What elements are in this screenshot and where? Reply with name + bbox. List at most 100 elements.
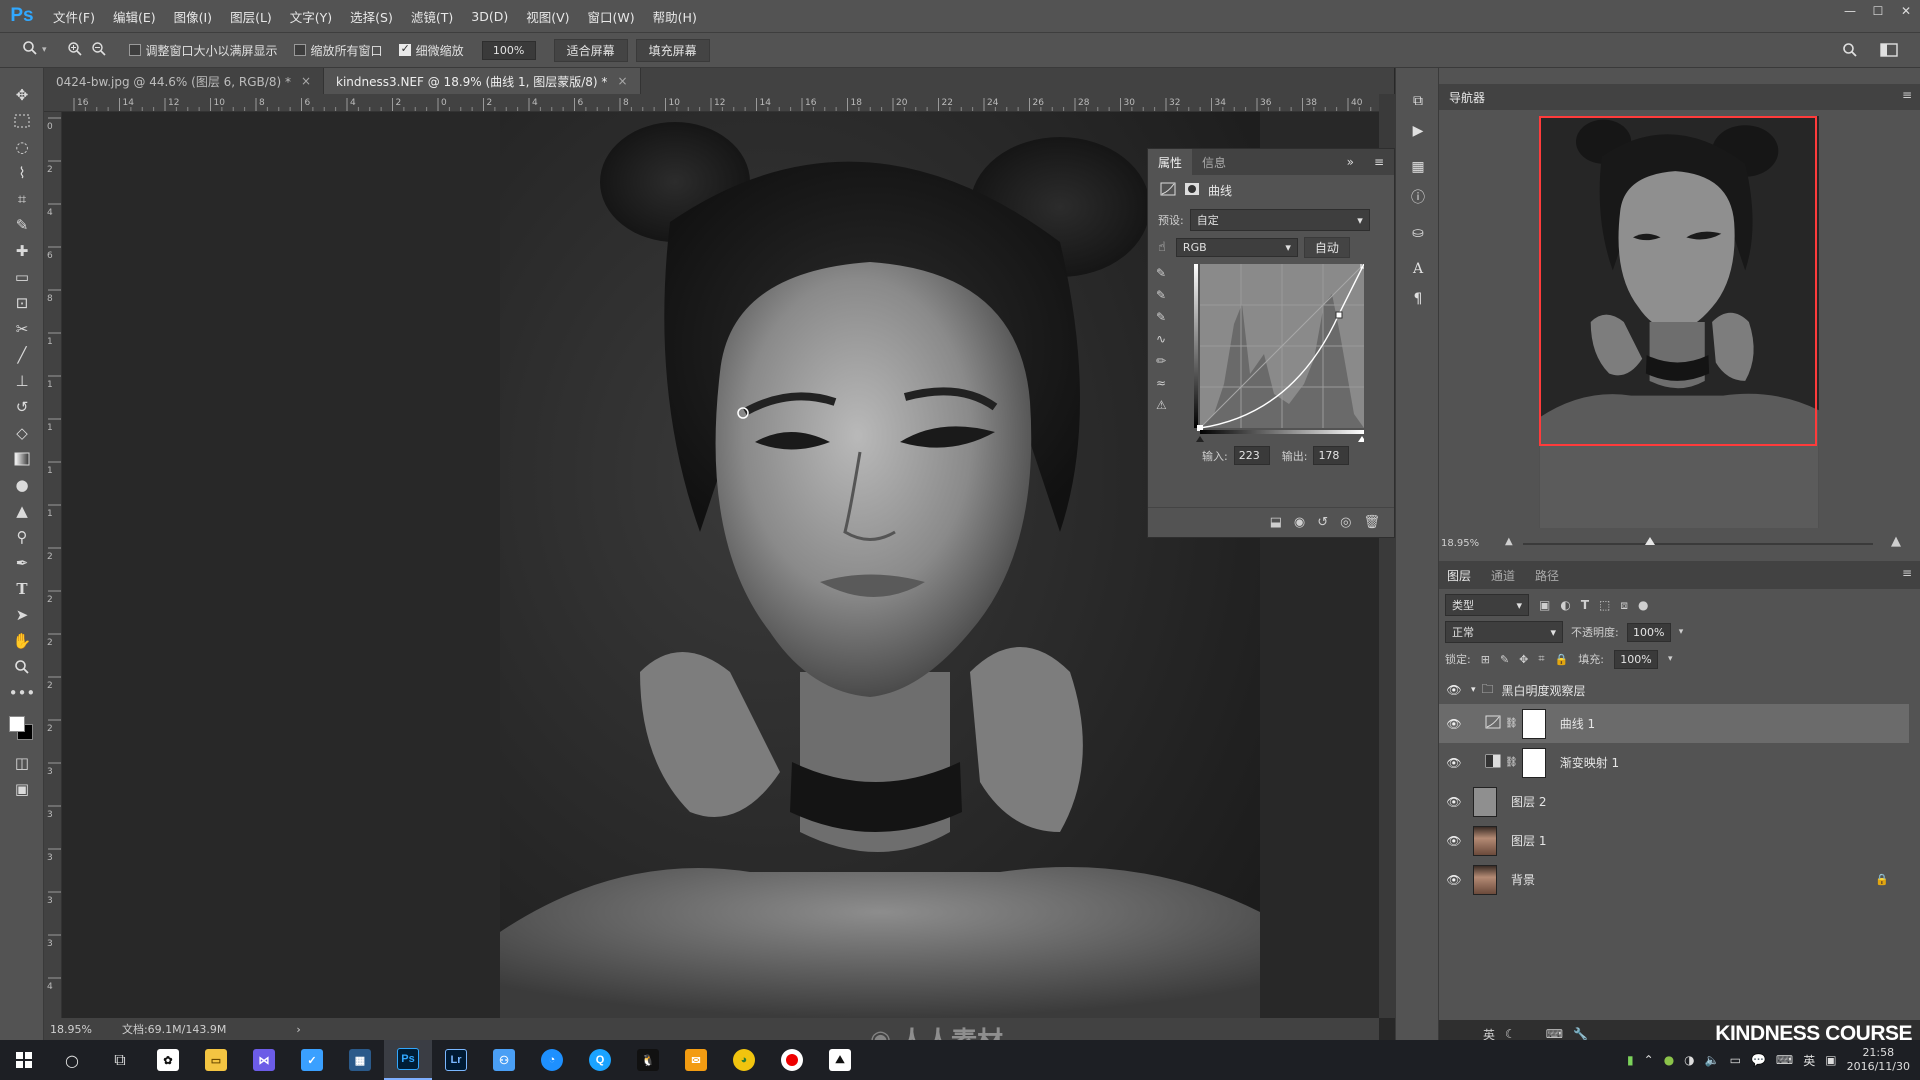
- layer-row-curves[interactable]: 👁 ⛓ 曲线 1: [1439, 704, 1909, 743]
- panel-menu-icon[interactable]: ≡: [1902, 566, 1912, 580]
- layer-row-layer1[interactable]: 👁 图层 1: [1439, 821, 1909, 860]
- actions-panel-icon[interactable]: ▶: [1396, 116, 1440, 146]
- white-point-eyedropper-icon[interactable]: ✎: [1156, 310, 1178, 332]
- close-tab-icon[interactable]: ×: [301, 74, 311, 88]
- status-arrow-icon[interactable]: ›: [296, 1023, 300, 1036]
- zoom-in-icon[interactable]: [67, 41, 83, 60]
- lock-artboard-icon[interactable]: ⌗: [1538, 652, 1544, 666]
- menu-edit[interactable]: 编辑(E): [104, 7, 165, 26]
- navigator-view-frame[interactable]: [1539, 116, 1817, 446]
- lightroom-taskbar-icon[interactable]: Lr: [432, 1040, 480, 1080]
- app-icon-3[interactable]: ✓: [288, 1040, 336, 1080]
- layer-mask-icon[interactable]: [1184, 182, 1200, 199]
- filter-smart-object-icon[interactable]: ⧈: [1620, 598, 1628, 613]
- input-field[interactable]: 223: [1233, 446, 1270, 465]
- quick-selection-tool-icon[interactable]: ⌇: [0, 160, 44, 186]
- opacity-field[interactable]: 100%: [1626, 622, 1671, 642]
- more-tools-icon[interactable]: •••: [0, 680, 44, 706]
- clone-stamp-tool-icon[interactable]: ⊥: [0, 368, 44, 394]
- layer-group-row[interactable]: 👁 ▾ 🗀 黑白明度观察层: [1439, 676, 1909, 704]
- ruler-tool-icon[interactable]: ▭: [0, 264, 44, 290]
- zoom-tool-icon[interactable]: [22, 40, 38, 60]
- action-center-icon[interactable]: ▣: [1825, 1053, 1836, 1067]
- layer-thumbnail[interactable]: [1473, 864, 1497, 895]
- clone-source-panel-icon[interactable]: ⛀: [1396, 218, 1440, 248]
- zoom-tool-icon[interactable]: [0, 654, 44, 680]
- navigator-zoom[interactable]: 18.95%: [1441, 538, 1479, 549]
- blur-tool-icon[interactable]: ●: [0, 472, 44, 498]
- move-tool-icon[interactable]: ✥: [0, 82, 44, 108]
- layer-row-gradient-map[interactable]: 👁 ⛓ 渐变映射 1: [1439, 743, 1909, 782]
- pen-tool-icon[interactable]: ✒: [0, 550, 44, 576]
- app-icon-2[interactable]: ⋈: [240, 1040, 288, 1080]
- network-icon[interactable]: ◑: [1684, 1053, 1694, 1067]
- frame-tool-icon[interactable]: ⊡: [0, 290, 44, 316]
- tab-channels[interactable]: 通道: [1491, 567, 1515, 584]
- tab-properties[interactable]: 属性: [1148, 149, 1193, 175]
- qq-icon[interactable]: 🐧: [624, 1040, 672, 1080]
- status-zoom[interactable]: 18.95%: [50, 1023, 92, 1036]
- curves-graph[interactable]: [1194, 264, 1364, 442]
- tab-navigator[interactable]: 导航器: [1449, 89, 1485, 106]
- filter-adjustment-icon[interactable]: ◐: [1560, 598, 1570, 612]
- quick-mask-icon[interactable]: ◫: [0, 750, 44, 776]
- tab-paths[interactable]: 路径: [1535, 567, 1559, 584]
- tab-document-2[interactable]: kindness3.NEF @ 18.9% (曲线 1, 图层蒙版/8) * ×: [324, 68, 641, 94]
- layer-mask-thumbnail[interactable]: [1521, 708, 1546, 739]
- layer-mask-thumbnail[interactable]: [1521, 747, 1546, 778]
- visibility-eye-icon[interactable]: ◎: [1340, 515, 1351, 530]
- preset-select[interactable]: 自定 ▾: [1189, 209, 1370, 231]
- channel-select[interactable]: RGB ▾: [1175, 238, 1298, 257]
- layer-name[interactable]: 曲线 1: [1560, 715, 1595, 732]
- path-selection-tool-icon[interactable]: ➤: [0, 602, 44, 628]
- volume-icon[interactable]: 🔈: [1705, 1053, 1720, 1067]
- zoom-out-mountain-icon[interactable]: ▲: [1505, 536, 1513, 547]
- tab-layers[interactable]: 图层: [1447, 567, 1471, 584]
- battery-icon[interactable]: ▮: [1627, 1053, 1634, 1067]
- menu-window[interactable]: 窗口(W): [579, 7, 644, 26]
- app-icon-6[interactable]: ◔: [528, 1040, 576, 1080]
- menu-type[interactable]: 文字(Y): [281, 7, 341, 26]
- app-icon-1[interactable]: ✿: [144, 1040, 192, 1080]
- view-previous-state-icon[interactable]: ◉: [1294, 515, 1305, 530]
- chain-link-icon[interactable]: ⛓: [1505, 757, 1518, 768]
- type-tool-icon[interactable]: T: [0, 576, 44, 602]
- lock-position-icon[interactable]: ✥: [1519, 653, 1528, 666]
- foreground-color-swatch[interactable]: [9, 716, 25, 732]
- close-icon[interactable]: ✕: [1892, 0, 1920, 22]
- reset-icon[interactable]: ↺: [1317, 515, 1328, 530]
- navigator-thumbnail[interactable]: [1539, 116, 1819, 528]
- visibility-eye-icon[interactable]: 👁: [1445, 717, 1463, 731]
- filter-shape-icon[interactable]: ⬚: [1599, 598, 1610, 612]
- paragraph-panel-icon[interactable]: ¶: [1396, 284, 1440, 314]
- minimize-icon[interactable]: —: [1836, 0, 1864, 22]
- app-icon-7[interactable]: ✉: [672, 1040, 720, 1080]
- layer-filter-select[interactable]: 类型 ▾: [1445, 594, 1529, 616]
- info-panel-icon[interactable]: ⓘ: [1396, 182, 1440, 212]
- dodge-tool-icon[interactable]: ⚲: [0, 524, 44, 550]
- slider-thumb[interactable]: [1645, 537, 1655, 545]
- panel-menu-icon[interactable]: ≡: [1902, 88, 1912, 102]
- panel-expand-icon[interactable]: »: [1337, 149, 1364, 175]
- opacity-chevron-icon[interactable]: ▾: [1679, 627, 1684, 637]
- zoom-percent-field[interactable]: 100%: [481, 40, 536, 60]
- notification-icon[interactable]: 💬: [1751, 1053, 1766, 1067]
- lock-all-icon[interactable]: 🔒: [1555, 653, 1569, 666]
- pencil-draw-icon[interactable]: ✏: [1156, 354, 1178, 376]
- checkbox-box-checked[interactable]: [398, 42, 411, 56]
- gray-point-eyedropper-icon[interactable]: ✎: [1156, 288, 1178, 310]
- workspace-icon[interactable]: [1880, 42, 1898, 61]
- clipping-warning-icon[interactable]: ⚠: [1156, 398, 1178, 420]
- layer-thumbnail[interactable]: [1473, 825, 1497, 856]
- tool-preset-chevron-icon[interactable]: ▾: [42, 45, 47, 55]
- photoshop-taskbar-icon[interactable]: Ps: [384, 1040, 432, 1080]
- gradient-tool-icon[interactable]: [0, 446, 44, 472]
- record-icon[interactable]: [768, 1040, 816, 1080]
- layer-name[interactable]: 背景: [1511, 871, 1535, 888]
- healing-brush-tool-icon[interactable]: ✚: [0, 238, 44, 264]
- visibility-eye-icon[interactable]: 👁: [1445, 683, 1463, 697]
- blend-mode-select[interactable]: 正常 ▾: [1445, 621, 1563, 643]
- hand-tool-icon[interactable]: ✋: [0, 628, 44, 654]
- layer-name[interactable]: 图层 2: [1511, 793, 1546, 810]
- lasso-tool-icon[interactable]: ◌: [0, 134, 44, 160]
